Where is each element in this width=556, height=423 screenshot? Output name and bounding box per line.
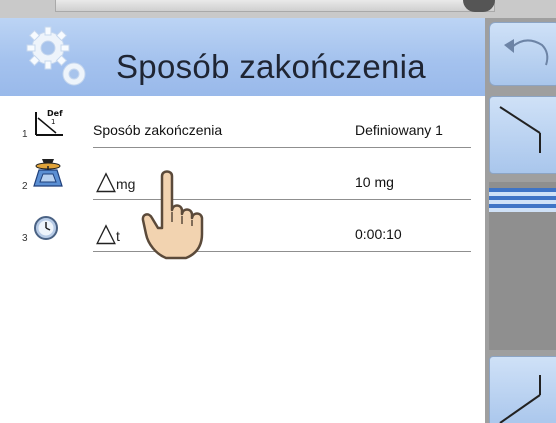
previous-screen-edge: [55, 0, 495, 12]
top-strip: [0, 0, 556, 18]
page-title: Sposób zakończenia: [116, 48, 426, 85]
list-item-delta-mass[interactable]: 2 △mg 10 mg: [0, 148, 475, 200]
weight-icon: [33, 159, 63, 187]
row-label: Sposób zakończenia: [93, 122, 223, 138]
clock-icon: [34, 216, 58, 240]
scroll-up-icon: [499, 106, 541, 153]
scrollbar[interactable]: [489, 182, 556, 350]
row-number: 1: [22, 129, 28, 140]
row-label: △t: [96, 217, 120, 248]
back-button[interactable]: [489, 22, 556, 86]
delta-symbol: △: [96, 217, 116, 247]
row-number: 3: [22, 233, 28, 244]
hand-pointer-icon: [141, 170, 204, 260]
row-number: 2: [22, 181, 28, 192]
list-item-delta-time[interactable]: 3 △t 0:00:10: [0, 200, 475, 252]
scroll-up-button[interactable]: [489, 96, 556, 174]
gears-icon: [26, 26, 86, 86]
back-arrow-icon: [504, 39, 549, 66]
delta-symbol: △: [96, 165, 116, 195]
row-value: Definiowany 1: [355, 122, 443, 138]
row-value: 0:00:10: [355, 226, 402, 242]
def-slope-icon: Def 1: [35, 109, 63, 136]
list-item-end-method[interactable]: 1 Def 1 Sposób zakończenia Definiowany 1: [0, 96, 475, 148]
svg-text:Def: Def: [47, 109, 63, 118]
scrollbar-thumb[interactable]: [489, 188, 556, 212]
header-bar: Sposób zakończenia: [0, 18, 485, 96]
right-nav-panel: [485, 18, 556, 423]
scroll-down-button[interactable]: [489, 356, 556, 423]
delta-unit: t: [116, 228, 120, 244]
row-value: 10 mg: [355, 174, 394, 190]
delta-unit: mg: [116, 176, 136, 192]
svg-text:1: 1: [51, 118, 55, 126]
settings-list: 1 Def 1 Sposób zakończenia Definiowany 1…: [0, 96, 485, 423]
row-label: △mg: [96, 165, 135, 196]
scroll-down-icon: [499, 375, 541, 423]
